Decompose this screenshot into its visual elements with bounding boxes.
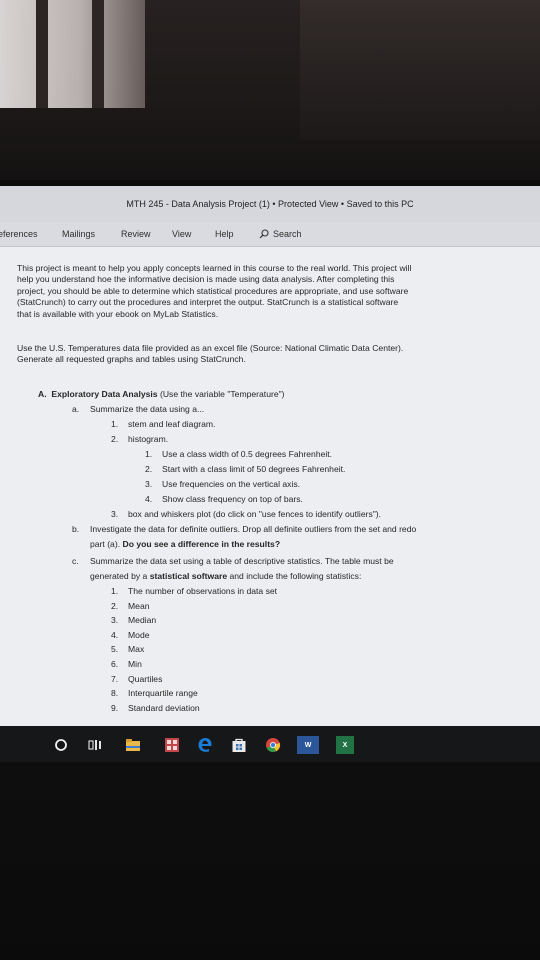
data-note-paragraph: Use the U.S. Temperatures data file prov…: [17, 343, 497, 366]
tab-help[interactable]: Help: [215, 229, 234, 239]
app-button[interactable]: [163, 736, 181, 754]
item-c-line: Summarize the data set using a table of …: [90, 556, 394, 566]
section-a-marker: A.: [38, 389, 47, 399]
item-b-line: Investigate the data for definite outlie…: [90, 524, 417, 534]
statistic-item: Median: [128, 615, 157, 625]
statistic-item: Mean: [128, 601, 150, 611]
list-item: Start with a class limit of 50 degrees F…: [162, 464, 346, 474]
statistic-number: 6.: [111, 659, 119, 669]
list-number: 1.: [111, 419, 119, 429]
tab-mailings[interactable]: Mailings: [62, 229, 95, 239]
item-a-marker: a.: [72, 404, 80, 414]
tab-view[interactable]: View: [172, 229, 191, 239]
room-window-light: [0, 0, 145, 108]
intro-line: This project is meant to help you apply …: [17, 263, 412, 273]
intro-paragraph: This project is meant to help you apply …: [17, 263, 497, 320]
cortana-icon: [55, 739, 67, 751]
statistic-item: Max: [128, 644, 145, 654]
statistic-item: Mode: [128, 630, 150, 640]
item-c-emphasis: statistical software: [149, 571, 228, 581]
item-b-marker: b.: [72, 524, 80, 534]
section-a-heading: A. Exploratory Data Analysis (Use the va…: [38, 389, 285, 400]
file-explorer-icon: [126, 739, 140, 751]
statistic-item: Standard deviation: [128, 703, 200, 713]
search-label: Search: [273, 229, 302, 239]
list-item: Use frequencies on the vertical axis.: [162, 479, 301, 489]
statistic-number: 1.: [111, 586, 119, 596]
chrome-browser-icon: [266, 738, 281, 753]
statistic-item: Interquartile range: [128, 688, 198, 698]
chrome-button[interactable]: [264, 736, 282, 754]
list-number: 2.: [111, 434, 119, 444]
statistic-item: The number of observations in data set: [128, 586, 278, 596]
statistic-number: 8.: [111, 688, 119, 698]
statistic-number: 3.: [111, 615, 119, 625]
list-item: Use a class width of 0.5 degrees Fahrenh…: [162, 449, 333, 459]
search-box[interactable]: Search: [259, 229, 302, 239]
excel-icon: X: [342, 741, 348, 749]
task-view-icon: [88, 740, 101, 750]
window-bar: [36, 0, 48, 108]
search-icon: [259, 229, 269, 239]
word-button[interactable]: W: [297, 736, 319, 754]
section-a-title: Exploratory Data Analysis: [51, 389, 158, 399]
statistic-item: Min: [128, 659, 142, 669]
item-c-line: generated by a statistical software and …: [90, 571, 361, 582]
excel-button[interactable]: X: [336, 736, 354, 754]
item-a-text: Summarize the data using a...: [90, 404, 205, 414]
statistic-number: 7.: [111, 674, 119, 684]
list-number: 4.: [145, 494, 153, 504]
edge-button[interactable]: [196, 736, 214, 754]
list-item: box and whiskers plot (do click on "use …: [128, 509, 382, 519]
grid-app-icon: [165, 738, 179, 752]
item-c-text: generated by a: [90, 571, 150, 581]
list-number: 3.: [145, 479, 153, 489]
tab-review[interactable]: Review: [121, 229, 151, 239]
task-view-button[interactable]: [86, 736, 104, 754]
start-button[interactable]: [52, 736, 70, 754]
room-wall: [300, 0, 540, 140]
ribbon-tabs: eferences Mailings Review View Help Sear…: [0, 222, 540, 247]
list-number: 3.: [111, 509, 119, 519]
edge-browser-icon: [198, 738, 212, 752]
intro-line: help you understand hoe the informative …: [17, 274, 395, 285]
item-b-text: part (a).: [90, 539, 123, 549]
section-a-note: (Use the variable "Temperature"): [159, 389, 285, 399]
window-bar: [92, 0, 104, 108]
file-explorer-button[interactable]: [124, 736, 142, 754]
item-b-line: part (a). Do you see a difference in the…: [90, 539, 280, 550]
list-number: 2.: [145, 464, 153, 474]
item-b-emphasis: Do you see a difference in the results?: [122, 539, 281, 549]
monitor-screen: MTH 245 - Data Analysis Project (1) • Pr…: [0, 186, 540, 726]
window-title: MTH 245 - Data Analysis Project (1) • Pr…: [126, 199, 414, 209]
store-bag-icon: [232, 738, 246, 752]
item-c-text: and include the following statistics:: [227, 571, 362, 581]
statistic-number: 4.: [111, 630, 119, 640]
intro-line: project, you should be able to determine…: [17, 285, 409, 296]
monitor-bezel: [0, 762, 540, 960]
data-note-line: Generate all requested graphs and tables…: [17, 354, 246, 365]
intro-line: (StatCrunch) to carry out the procedures…: [17, 297, 399, 308]
intro-line: that is available with your ebook on MyL…: [17, 308, 219, 319]
list-item: histogram.: [128, 434, 169, 444]
list-item: stem and leaf diagram.: [128, 419, 216, 429]
document-page: This project is meant to help you apply …: [0, 247, 540, 726]
list-number: 1.: [145, 449, 153, 459]
item-c-marker: c.: [72, 556, 79, 566]
statistic-number: 5.: [111, 644, 119, 654]
list-item: Show class frequency on top of bars.: [162, 494, 303, 504]
word-icon: W: [304, 741, 312, 749]
window-titlebar: MTH 245 - Data Analysis Project (1) • Pr…: [0, 186, 540, 222]
data-note-line: Use the U.S. Temperatures data file prov…: [17, 343, 404, 353]
statistic-number: 9.: [111, 703, 119, 713]
taskbar: W X: [0, 726, 540, 764]
statistic-item: Quartiles: [128, 674, 163, 684]
tab-references[interactable]: eferences: [0, 229, 38, 239]
statistic-number: 2.: [111, 601, 119, 611]
store-button[interactable]: [230, 736, 248, 754]
